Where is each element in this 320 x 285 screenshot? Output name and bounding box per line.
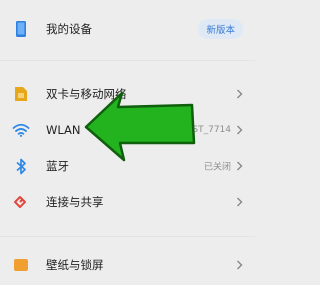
chevron-right-icon (237, 125, 243, 135)
chevron-right-icon (237, 161, 243, 171)
chevron-right-icon (237, 260, 243, 270)
connection-sharing-label: 连接与共享 (46, 195, 104, 209)
wallpaper-label: 壁纸与锁屏 (46, 258, 104, 272)
wlan-label: WLAN (46, 123, 81, 137)
bluetooth-row[interactable]: 蓝牙 已关闭 (0, 146, 255, 186)
sim-mobile-network-row[interactable]: 双卡与移动网络 (0, 74, 255, 114)
new-version-badge[interactable]: 新版本 (198, 19, 243, 39)
wallpaper-icon (12, 256, 30, 274)
section-divider (0, 60, 255, 61)
sim-card-icon (12, 85, 30, 103)
bluetooth-status: 已关闭 (203, 162, 231, 173)
connection-sharing-row[interactable]: 连接与共享 (0, 182, 255, 222)
wifi-icon (12, 121, 30, 139)
wallpaper-row[interactable]: 壁纸与锁屏 (0, 245, 255, 285)
wlan-row[interactable]: WLAN FAST_7714 (0, 110, 255, 150)
chevron-right-icon (237, 89, 243, 99)
my-device-label: 我的设备 (46, 22, 92, 36)
section-divider (0, 236, 255, 237)
chevron-right-icon (237, 197, 243, 207)
my-device-row[interactable]: 我的设备 新版本 (0, 9, 255, 49)
wlan-network-name: FAST_7714 (181, 125, 231, 135)
bluetooth-icon (12, 157, 30, 175)
share-icon (12, 193, 30, 211)
phone-icon (12, 20, 30, 38)
bluetooth-label: 蓝牙 (46, 159, 69, 173)
sim-mobile-network-label: 双卡与移动网络 (46, 87, 127, 101)
